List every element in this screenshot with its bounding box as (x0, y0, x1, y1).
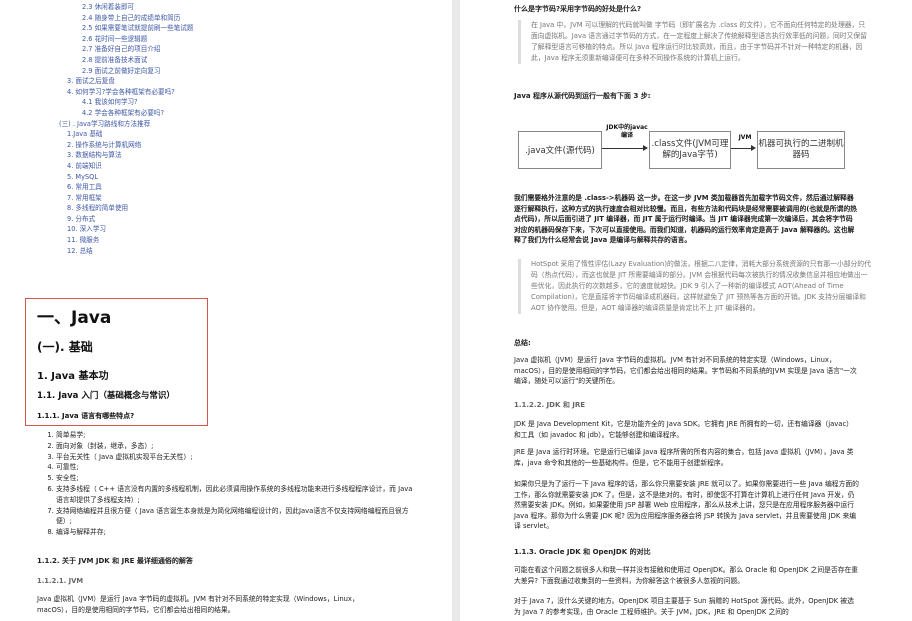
question-bytecode: 什么是字节码?采用字节码的好处是什么? (514, 5, 642, 13)
list-item: 平台无关性（ Java 虚拟机实现平台无关性）; (56, 452, 416, 463)
right-page: 什么是字节码?采用字节码的好处是什么? 在 Java 中，JVM 可以理解的代码… (460, 0, 912, 621)
toc-link[interactable]: 11. 微服务 (0, 235, 452, 246)
toc-link[interactable]: 4.2 学会各种框架有必要吗? (0, 108, 452, 119)
toc-link[interactable]: 2.7 准备好自己的项目介绍 (0, 44, 452, 55)
toc-link[interactable]: 5. MySQL (0, 172, 452, 183)
paragraph-jit: 我们需要格外注意的是 .class->机器码 这一步。在这一步 JVM 类加载器… (514, 194, 857, 245)
paragraph-jvm: Java 虚拟机（JVM）是运行 Java 字节码的虚拟机。JVM 有针对不同系… (37, 595, 359, 614)
flow-arrow-2 (731, 148, 752, 149)
toc-link[interactable]: 2.9 面试之前做好定向复习 (0, 66, 452, 77)
list-item: 支持网络编程并且很方便（ Java 语言诞生本身就是为简化网络编程设计的，因此J… (56, 506, 416, 528)
flow-box-source: .java文件(源代码) (518, 131, 602, 169)
toc-link[interactable]: 4. 前端知识 (0, 161, 452, 172)
heading-jdk-jre: 1.1.2.2. JDK 和 JRE (514, 401, 586, 409)
list-item: 编译与解释并存; (56, 527, 416, 538)
toc-link[interactable]: 2. 操作系统与计算机网络 (0, 140, 452, 151)
flow-label-javac: JDK中的javac编译 (606, 124, 648, 139)
flow-label-jvm: JVM (738, 134, 752, 141)
quote-hotspot: HotSpot 采用了惰性评估(Lazy Evaluation)的做法，根据二八… (518, 259, 871, 314)
heading-java-features: 1.1.1. Java 语言有哪些特点? (37, 412, 135, 420)
heading-java: 一、Java (37, 308, 112, 328)
paragraph-java7: 对于 Java 7，没什么关键的地方。OpenJDK 项目主要基于 Sun 捐赠… (514, 597, 854, 616)
features-list: 简单易学;面向对象（封装，继承，多态）;平台无关性（ Java 虚拟机实现平台无… (42, 430, 416, 538)
paragraph-jre: JRE 是 Java 运行时环境。它是运行已编译 Java 程序所需的所有内容的… (514, 448, 854, 467)
list-item: 安全性; (56, 473, 416, 484)
toc-link[interactable]: 4.1 我该如何学习? (0, 97, 452, 108)
heading-jvm: 1.1.2.1. JVM (37, 577, 84, 585)
toc-link[interactable]: 3. 数据结构与算法 (0, 150, 452, 161)
toc-link[interactable]: 8. 多线程的简单使用 (0, 203, 452, 214)
list-item: 面向对象（封装，继承，多态）; (56, 441, 416, 452)
heading-basics: (一). 基础 (37, 340, 93, 354)
quote-bytecode: 在 Java 中，JVM 可以理解的代码就叫做 字节码（即扩展名为 .class… (518, 20, 871, 64)
toc-link[interactable]: 2.4 随身带上自己的成绩单和简历 (0, 13, 452, 24)
heading-jvm-jdk-jre: 1.1.2. 关于 JVM JDK 和 JRE 最详细通俗的解答 (37, 557, 193, 565)
paragraph-oracle: 可能在看这个问题之前很多人和我一样并没有接触和使用过 OpenJDK。那么 Or… (514, 566, 859, 585)
list-item: 简单易学; (56, 430, 416, 441)
left-page: 2.3 休闲着装即可 2.4 随身带上自己的成绩单和简历 2.5 如果需要笔试就提前… (0, 0, 452, 621)
toc-link[interactable]: 3. 面试之后复盘 (0, 76, 452, 87)
toc-link[interactable]: 2.6 花时间一些逻辑题 (0, 34, 452, 45)
heading-oracle-openjdk: 1.1.3. Oracle JDK 和 OpenJDK 的对比 (514, 548, 651, 556)
flow-arrow-1 (602, 148, 644, 149)
paragraph-jdk: JDK 是 Java Development Kit，它是功能齐全的 Java … (514, 420, 853, 439)
question-three-steps: Java 程序从源代码到运行一般有下面 3 步: (514, 92, 651, 100)
flow-arrowhead-2 (751, 145, 756, 151)
toc-link[interactable]: 7. 常用框架 (0, 193, 452, 204)
table-of-contents: 2.3 休闲着装即可 2.4 随身带上自己的成绩单和简历 2.5 如果需要笔试就提前… (0, 0, 452, 256)
toc-link[interactable]: 4. 如何学习?学会各种框架有必要吗? (0, 87, 452, 98)
toc-link[interactable]: 12. 总结 (0, 246, 452, 257)
toc-link[interactable]: 2.8 提前准备技术面试 (0, 55, 452, 66)
flow-box-bytecode: .class文件(JVM可理解的Java字节) (649, 131, 731, 169)
summary-paragraph: Java 虚拟机（JVM）是运行 Java 字节码的虚拟机。JVM 有针对不同系… (514, 356, 857, 386)
heading-java-fundamentals: 1. Java 基本功 (37, 371, 109, 382)
toc-link[interactable]: 2.5 如果需要笔试就提前刷一些笔试题 (0, 23, 452, 34)
toc-link[interactable]: 2.3 休闲着装即可 (0, 2, 452, 13)
toc-link[interactable]: 9. 分布式 (0, 214, 452, 225)
flow-box-machine-code: 机器可执行的二进制机器码 (757, 131, 845, 169)
paragraph-jre-vs-jdk: 如果你只是为了运行一下 Java 程序的话，那么你只需要安装 JRE 就可以了。… (514, 480, 859, 531)
toc-link[interactable]: 6. 常用工具 (0, 182, 452, 193)
toc-link[interactable]: 10. 深入学习 (0, 224, 452, 235)
list-item: 可靠性; (56, 462, 416, 473)
flow-arrowhead-1 (643, 145, 648, 151)
heading-java-intro: 1.1. Java 入门（基础概念与常识） (37, 391, 175, 401)
summary-title: 总结: (514, 339, 531, 347)
toc-link[interactable]: (三) . Java学习路线和方法推荐 (0, 119, 452, 130)
toc-link[interactable]: 1.Java 基础 (0, 129, 452, 140)
list-item: 支持多线程（ C++ 语言没有内置的多线程机制，因此必须调用操作系统的多线程功能… (56, 484, 416, 506)
